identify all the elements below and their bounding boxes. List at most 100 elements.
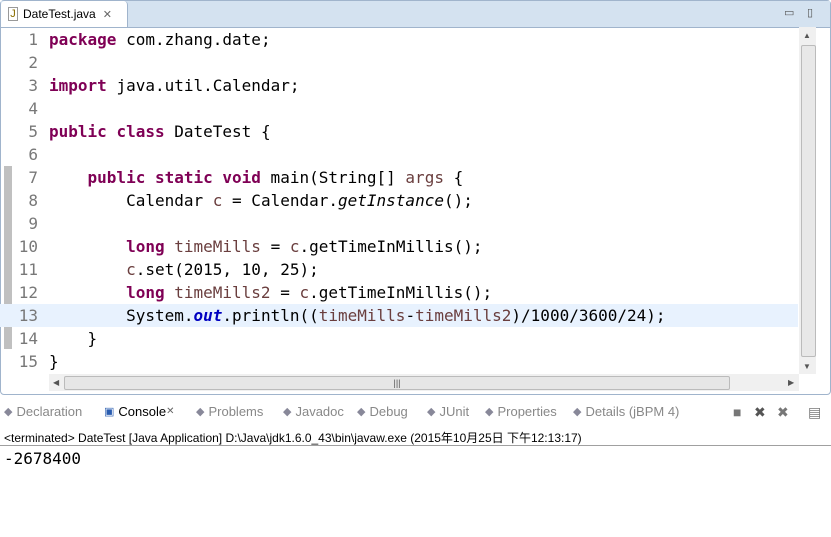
line-number: 4 — [28, 99, 38, 118]
code-token: args — [405, 168, 444, 187]
code-line: 3 import java.util.Calendar; — [0, 74, 798, 97]
code-token: main(String[] — [260, 168, 406, 187]
tab-label: Debug — [369, 404, 408, 419]
code-token: - — [405, 306, 416, 325]
scroll-left-icon[interactable]: ◀ — [53, 378, 59, 387]
scroll-down-icon[interactable]: ▼ — [803, 362, 811, 371]
vertical-scroll-thumb[interactable] — [801, 45, 816, 357]
code-line: 9 — [0, 212, 798, 235]
tab-properties[interactable]: ◆ Properties — [485, 404, 557, 419]
tab-label: Declaration — [16, 404, 83, 419]
code-token: package — [49, 30, 117, 49]
tab-problems[interactable]: ◆ Problems — [196, 404, 263, 419]
code-token: } — [49, 329, 98, 348]
code-line: 10 long timeMills = c.getTimeInMillis(); — [0, 235, 798, 258]
code-token: long — [126, 237, 165, 256]
code-token: = Calendar. — [222, 191, 338, 210]
code-token: getInstance — [338, 191, 444, 210]
tab-details[interactable]: ◆ Details (jBPM 4) — [573, 404, 679, 419]
tab-label: Problems — [208, 404, 264, 419]
properties-icon: ◆ — [485, 406, 494, 418]
code-token: out — [193, 306, 223, 325]
code-line: 1 package com.zhang.date; — [0, 28, 798, 51]
console-icon: ▣ — [104, 406, 115, 418]
tab-declaration[interactable]: ◆ Declaration — [4, 404, 82, 419]
code-token: = — [270, 283, 300, 302]
remove-all-icon[interactable]: ✖ — [777, 404, 789, 421]
line-number: 3 — [28, 76, 38, 95]
javadoc-icon: ◆ — [283, 406, 292, 418]
code-token: Calendar — [49, 191, 213, 210]
code-editor[interactable]: 1 package com.zhang.date; 2 3 import java.ut… — [0, 28, 798, 374]
code-line: 7 public static void main(String[] args … — [0, 166, 798, 189]
tab-console[interactable]: ▣ Console ✕ — [104, 404, 175, 419]
maximize-icon[interactable]: ▯ — [807, 6, 813, 19]
scroll-up-icon[interactable]: ▲ — [803, 31, 811, 40]
terminate-icon[interactable]: ■ — [733, 404, 741, 420]
line-number: 1 — [28, 30, 38, 49]
code-token: )/1000/3600/24); — [511, 306, 666, 325]
line-number: 11 — [18, 260, 38, 279]
code-token: long — [126, 283, 165, 302]
code-line: 2 — [0, 51, 798, 74]
horizontal-scroll-thumb[interactable]: ||| — [64, 376, 730, 390]
code-token: java.util.Calendar; — [116, 76, 300, 95]
line-number: 9 — [28, 214, 38, 233]
close-icon[interactable]: ✕ — [103, 8, 112, 21]
code-line: 8 Calendar c = Calendar.getInstance(); — [0, 189, 798, 212]
code-token: public — [49, 122, 107, 141]
code-token: import — [49, 76, 107, 95]
close-icon[interactable]: ✕ — [166, 406, 174, 417]
code-token: System. — [49, 306, 194, 325]
line-number: 2 — [28, 53, 38, 72]
line-number: 12 — [18, 283, 38, 302]
code-line: 4 — [0, 97, 798, 120]
code-line: 11 c.set(2015, 10, 25); — [0, 258, 798, 281]
tab-javadoc[interactable]: ◆ Javadoc — [283, 404, 344, 419]
code-line: 14 } — [0, 327, 798, 350]
debug-icon: ◆ — [357, 406, 366, 418]
code-token: c — [299, 283, 310, 302]
code-token: timeMills — [174, 237, 261, 256]
tab-label: Javadoc — [295, 404, 344, 419]
line-number: 8 — [28, 191, 38, 210]
line-number: 5 — [28, 122, 38, 141]
tab-label: Properties — [497, 404, 557, 419]
code-token: = — [260, 237, 290, 256]
tab-junit[interactable]: ◆ JUnit — [427, 404, 469, 419]
clear-console-icon[interactable]: ▤ — [808, 404, 821, 421]
console-output: -2678400 — [4, 449, 82, 468]
code-token: (); — [443, 191, 473, 210]
line-number: 6 — [28, 145, 38, 164]
java-file-icon: J — [8, 7, 18, 21]
tab-debug[interactable]: ◆ Debug — [357, 404, 408, 419]
console-tabbar: ◆ Declaration ▣ Console ✕ ◆ Problems ◆ Javadoc ◆… — [0, 400, 831, 426]
code-token: c — [212, 191, 223, 210]
code-token: timeMills — [318, 306, 406, 325]
tab-label: Details (jBPM 4) — [585, 404, 680, 419]
code-token: .println(( — [222, 306, 319, 325]
scroll-right-icon[interactable]: ▶ — [788, 378, 794, 387]
declaration-icon: ◆ — [4, 406, 13, 418]
remove-launch-icon[interactable]: ✖ — [754, 404, 766, 421]
code-line: 5 public class DateTest { — [0, 120, 798, 143]
editor-tab[interactable]: J DateTest.java ✕ — [1, 1, 128, 27]
code-line: 6 — [0, 143, 798, 166]
minimize-icon[interactable]: ▭ — [784, 6, 794, 19]
code-token: public static void — [87, 168, 261, 187]
code-token: } — [49, 352, 59, 371]
line-number: 15 — [18, 352, 38, 371]
junit-icon: ◆ — [427, 406, 436, 418]
line-number: 7 — [28, 168, 38, 187]
code-line: 13 System.out.println((timeMills-timeMil… — [0, 304, 798, 327]
editor-tabbar: J DateTest.java ✕ ▭ ▯ — [1, 1, 830, 28]
code-token: timeMills2 — [174, 283, 271, 302]
code-token: timeMills2 — [415, 306, 512, 325]
details-icon: ◆ — [573, 406, 582, 418]
tab-label: Console — [118, 404, 167, 419]
line-number: 10 — [18, 237, 38, 256]
